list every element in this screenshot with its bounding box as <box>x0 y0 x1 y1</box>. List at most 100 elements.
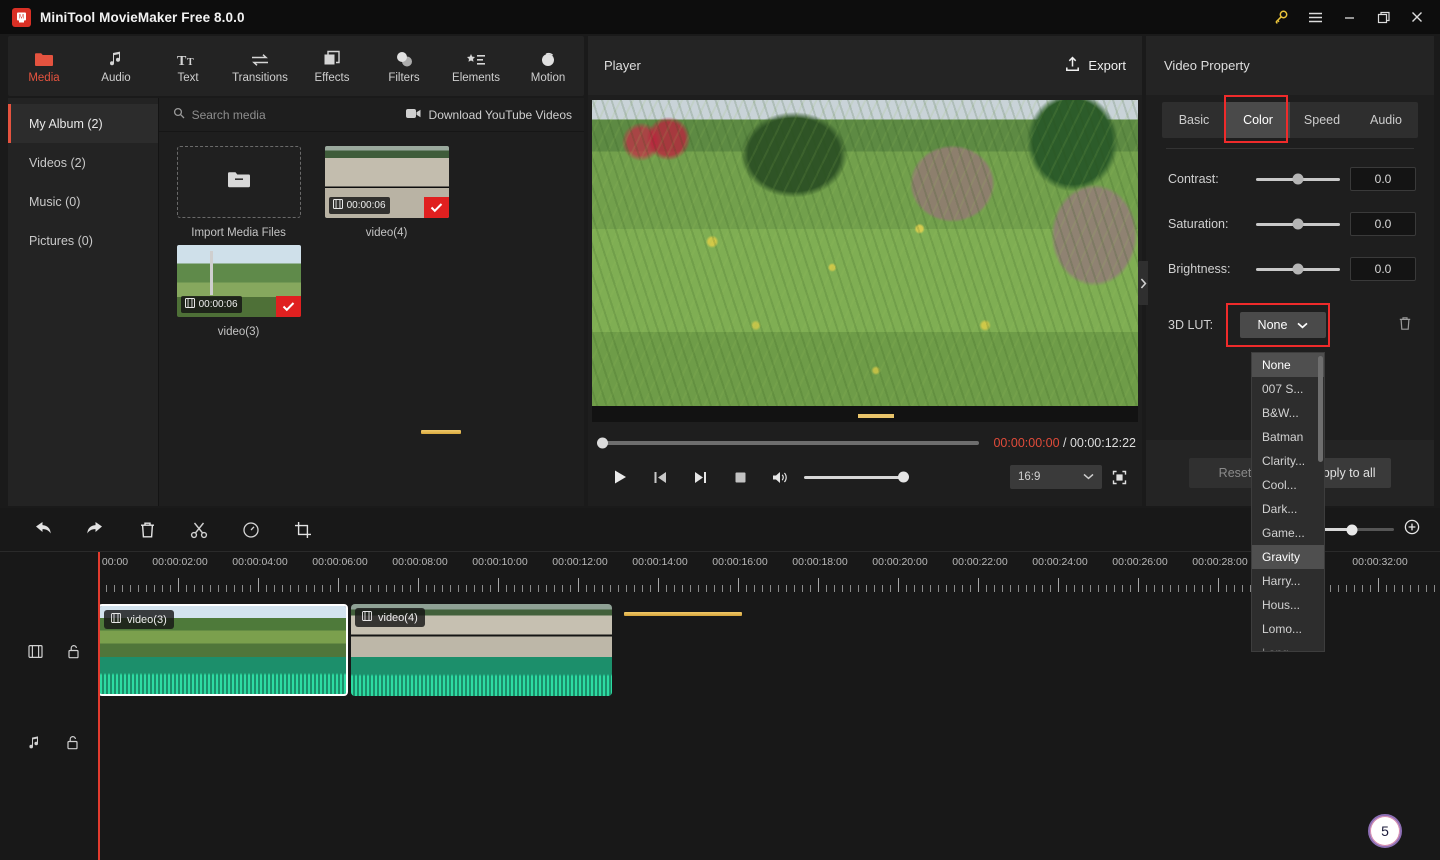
sidebar-item-music[interactable]: Music (0) <box>8 182 158 221</box>
tool-text[interactable]: TT Text <box>152 36 224 96</box>
audio-track-lock-icon[interactable] <box>66 735 79 755</box>
redo-button[interactable] <box>82 517 108 543</box>
import-media-dropzone[interactable] <box>176 146 301 218</box>
tool-transitions[interactable]: Transitions <box>224 36 296 96</box>
volume-button[interactable] <box>760 461 800 493</box>
lut-option-label: Hous... <box>1262 598 1301 612</box>
fullscreen-button[interactable] <box>1102 461 1136 493</box>
lut-option-lomo[interactable]: Lomo... <box>1252 617 1324 641</box>
timeline-clip-video4[interactable]: video(4) <box>351 604 612 696</box>
sidebar-item-pictures[interactable]: Pictures (0) <box>8 221 158 260</box>
delete-button[interactable] <box>134 517 160 543</box>
video-preview[interactable] <box>592 100 1138 422</box>
lut-option-none[interactable]: None <box>1252 353 1324 377</box>
download-youtube-videos-button[interactable]: Download YouTube Videos <box>405 108 572 122</box>
zoom-slider[interactable] <box>1316 524 1394 535</box>
lut-option-gravity[interactable]: Gravity <box>1252 545 1324 569</box>
seek-slider[interactable] <box>597 437 980 449</box>
lut-option-bw[interactable]: B&W... <box>1252 401 1324 425</box>
lut-option-house[interactable]: Hous... <box>1252 593 1324 617</box>
contrast-handle[interactable] <box>1292 173 1304 185</box>
saturation-handle[interactable] <box>1292 218 1304 230</box>
lut-option-007[interactable]: 007 S... <box>1252 377 1324 401</box>
brightness-handle[interactable] <box>1292 263 1304 275</box>
brightness-value[interactable]: 0.0 <box>1350 257 1416 281</box>
minimize-icon[interactable] <box>1332 0 1366 34</box>
tool-motion[interactable]: Motion <box>512 36 584 96</box>
menu-icon[interactable] <box>1298 0 1332 34</box>
tab-color[interactable]: Color <box>1226 102 1290 138</box>
tool-filters[interactable]: Filters <box>368 36 440 96</box>
search-placeholder: Search media <box>191 107 266 122</box>
lut-selected-value: None <box>1257 318 1288 332</box>
media-item-video3[interactable]: 00:00:06 video(3) <box>176 245 301 338</box>
previous-frame-button[interactable] <box>640 461 680 493</box>
tab-basic[interactable]: Basic <box>1162 102 1226 138</box>
notification-badge[interactable]: 5 <box>1368 814 1402 848</box>
film-icon <box>332 199 343 212</box>
timeline-clip-video3[interactable]: video(3) <box>98 604 348 696</box>
volume-slider[interactable] <box>804 471 909 483</box>
import-media-cell[interactable]: Import Media Files <box>176 146 301 239</box>
timeline-toolbar <box>0 508 1440 552</box>
lut-dropdown-menu[interactable]: None 007 S... B&W... Batman Clarity... C… <box>1251 352 1325 652</box>
chevron-down-icon <box>1297 318 1309 332</box>
speed-button[interactable] <box>238 517 264 543</box>
close-icon[interactable] <box>1400 0 1434 34</box>
aspect-ratio-select[interactable]: 16:9 <box>1010 465 1102 489</box>
elements-icon <box>466 48 486 68</box>
restore-icon[interactable] <box>1366 0 1400 34</box>
zoom-handle[interactable] <box>1346 524 1358 535</box>
ruler-tick-label: 00:00:20:00 <box>872 556 928 568</box>
timeline-ruler[interactable]: 00:00 00:00:02:00 00:00:04:00 00:00:06:0… <box>98 552 1440 596</box>
video-track-lock-icon[interactable] <box>67 644 80 664</box>
seek-handle[interactable] <box>597 437 608 449</box>
tab-speed[interactable]: Speed <box>1290 102 1354 138</box>
media-checked-badge[interactable] <box>275 296 301 317</box>
lut-option-dark[interactable]: Dark... <box>1252 497 1324 521</box>
clip-label: video(3) <box>104 610 174 629</box>
saturation-slider[interactable] <box>1256 218 1340 230</box>
tool-media[interactable]: Media <box>8 36 80 96</box>
panel-collapse-toggle[interactable] <box>1138 261 1148 305</box>
crop-button[interactable] <box>290 517 316 543</box>
timeline-playhead[interactable] <box>98 552 100 860</box>
tool-effects[interactable]: Effects <box>296 36 368 96</box>
lut-option-cool[interactable]: Cool... <box>1252 473 1324 497</box>
delete-lut-button[interactable] <box>1398 316 1412 334</box>
play-button[interactable] <box>600 461 640 493</box>
contrast-value[interactable]: 0.0 <box>1350 167 1416 191</box>
media-checked-badge[interactable] <box>423 197 449 218</box>
export-button[interactable]: Export <box>1065 56 1126 75</box>
lut-option-game[interactable]: Game... <box>1252 521 1324 545</box>
search-input[interactable]: Search media <box>173 107 266 122</box>
media-thumbnail[interactable]: 00:00:06 <box>324 146 449 218</box>
split-button[interactable] <box>186 517 212 543</box>
lut-select[interactable]: None <box>1240 312 1326 338</box>
media-item-video4[interactable]: 00:00:06 video(4) <box>324 146 449 239</box>
tab-audio[interactable]: Audio <box>1354 102 1418 138</box>
sidebar-item-videos[interactable]: Videos (2) <box>8 143 158 182</box>
key-icon[interactable] <box>1264 0 1298 34</box>
next-frame-button[interactable] <box>680 461 720 493</box>
saturation-value[interactable]: 0.0 <box>1350 212 1416 236</box>
stop-button[interactable] <box>720 461 760 493</box>
lut-option-long[interactable]: Long... <box>1252 641 1324 651</box>
lut-option-harry[interactable]: Harry... <box>1252 569 1324 593</box>
sidebar-item-my-album-label: My Album (2) <box>29 116 103 131</box>
undo-button[interactable] <box>30 517 56 543</box>
lut-dropdown-scrollbar[interactable] <box>1318 356 1323 462</box>
svg-text:M: M <box>19 14 24 20</box>
tool-audio[interactable]: Audio <box>80 36 152 96</box>
lut-option-clarity[interactable]: Clarity... <box>1252 449 1324 473</box>
zoom-in-icon[interactable] <box>1404 519 1420 540</box>
lut-label: 3D LUT: <box>1168 318 1214 332</box>
lut-option-batman[interactable]: Batman <box>1252 425 1324 449</box>
sidebar-item-my-album[interactable]: My Album (2) <box>8 104 158 143</box>
svg-text:T: T <box>177 54 187 68</box>
volume-handle[interactable] <box>898 471 909 483</box>
tool-elements[interactable]: Elements <box>440 36 512 96</box>
media-thumbnail[interactable]: 00:00:06 <box>176 245 301 317</box>
contrast-slider[interactable] <box>1256 173 1340 185</box>
brightness-slider[interactable] <box>1256 263 1340 275</box>
